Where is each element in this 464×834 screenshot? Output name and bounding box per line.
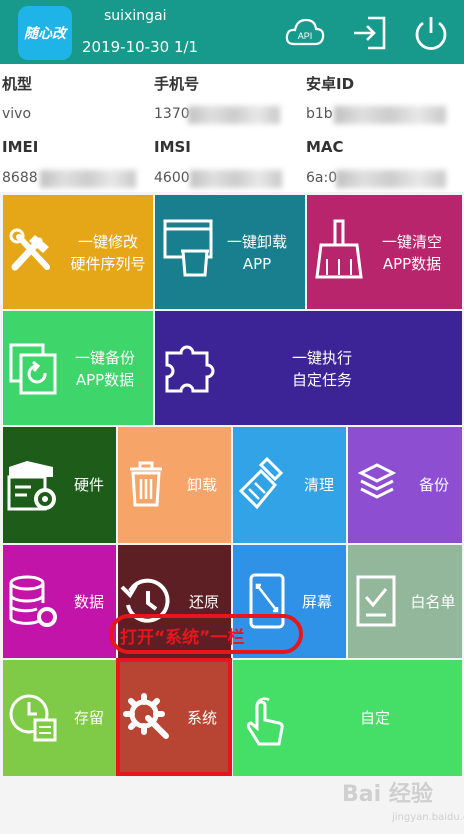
tile-custom[interactable]: 自定 <box>233 660 462 776</box>
puzzle-icon <box>165 345 215 393</box>
app-logo: 随心改 <box>18 6 72 60</box>
layers-icon <box>358 463 396 499</box>
phone-value: 1370 <box>154 106 190 122</box>
phone-label: 手机号 <box>154 75 200 93</box>
redacted-imsi <box>190 170 282 188</box>
tile-restore-label: 还原 <box>188 593 219 611</box>
tile-whitelist[interactable]: 白名单 <box>348 545 462 658</box>
tile-clean-label: 清理 <box>303 476 334 494</box>
tap-hand-icon <box>246 697 284 746</box>
mac-value: 6a:0 <box>306 170 338 186</box>
tile-uninstall[interactable]: 卸载 <box>118 427 231 543</box>
tile-uninstall-label: 卸载 <box>186 476 217 494</box>
tile-clear-app-data-label: 一键清空 APP数据 <box>381 233 442 273</box>
tile-uninstall-app-label: 一键卸载 APP <box>226 233 287 273</box>
tile-data-label: 数据 <box>73 593 104 611</box>
broom-icon <box>315 219 363 279</box>
tile-data[interactable]: 数据 <box>3 545 116 658</box>
imsi-value: 4600 <box>154 170 190 186</box>
system-tile-highlight <box>116 658 232 776</box>
tile-hardware[interactable]: 硬件 <box>3 427 116 543</box>
model-label: 机型 <box>2 75 33 93</box>
tile-run-custom-task-label: 一键执行 自定任务 <box>291 349 352 389</box>
device-info-panel: 机型 手机号 安卓ID vivo 1370 b1b IMEI IMSI MAC … <box>0 64 464 192</box>
redacted-android-id <box>334 106 446 124</box>
tile-screen-label: 屏幕 <box>301 593 332 611</box>
model-value: vivo <box>2 106 32 122</box>
date-page-info: 2019-10-30 1/1 <box>82 38 199 56</box>
tile-hardware-label: 硬件 <box>73 476 104 494</box>
tile-custom-label: 自定 <box>359 709 390 727</box>
restore-copy-icon <box>9 343 57 395</box>
trash-icon <box>130 461 162 507</box>
tile-modify-serial-label: 一键修改 硬件序列号 <box>70 233 146 273</box>
window-trash-icon <box>163 219 213 277</box>
clean-brush-icon <box>238 456 284 510</box>
database-gear-icon <box>9 575 57 627</box>
redacted-phone <box>188 106 280 124</box>
tile-backup-app-data[interactable]: 一键备份 APP数据 <box>3 311 153 425</box>
power-icon[interactable] <box>410 12 452 54</box>
tile-whitelist-label: 白名单 <box>410 593 456 611</box>
tile-backup-app-data-label: 一键备份 APP数据 <box>74 349 135 389</box>
annotation-text: 打开“系统”一栏 <box>120 628 245 648</box>
tile-backup[interactable]: 备份 <box>348 427 462 543</box>
clock-note-icon <box>9 694 57 742</box>
cloud-api-icon[interactable]: API <box>284 12 326 54</box>
baidu-watermark-url: jingyan.baidu.com <box>392 812 464 823</box>
imsi-label: IMSI <box>154 138 191 156</box>
tile-uninstall-app[interactable]: 一键卸载 APP <box>155 195 305 309</box>
baidu-watermark: Bai 经验 <box>342 782 433 807</box>
app-header: 随心改 suixingai 2019-10-30 1/1 API <box>0 0 464 64</box>
android-id-label: 安卓ID <box>306 75 355 93</box>
tools-icon <box>9 228 50 271</box>
tile-run-custom-task[interactable]: 一键执行 自定任务 <box>155 311 462 425</box>
tile-storage[interactable]: 存留 <box>3 660 116 776</box>
hardware-gear-icon <box>7 461 56 511</box>
imei-label: IMEI <box>2 138 39 156</box>
tile-clean[interactable]: 清理 <box>233 427 346 543</box>
username: suixingai <box>104 8 167 24</box>
tile-clear-app-data[interactable]: 一键清空 APP数据 <box>307 195 462 309</box>
login-icon[interactable] <box>348 12 390 54</box>
redacted-imei <box>40 170 136 188</box>
imei-value: 8688 <box>2 170 38 186</box>
tile-storage-label: 存留 <box>73 709 104 727</box>
redacted-mac <box>336 170 446 188</box>
mac-label: MAC <box>306 138 344 156</box>
tile-backup-label: 备份 <box>418 476 449 494</box>
android-id-value: b1b <box>306 106 333 122</box>
logo-text: 随心改 <box>24 26 66 42</box>
checklist-icon <box>356 575 396 627</box>
tile-modify-serial[interactable]: 一键修改 硬件序列号 <box>3 195 153 309</box>
api-label: API <box>298 31 313 41</box>
